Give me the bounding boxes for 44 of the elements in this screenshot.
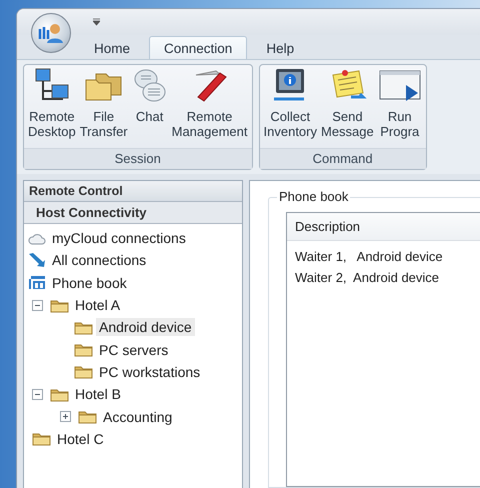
ribbon-tab[interactable]: Help (251, 36, 310, 59)
ribbon-tab[interactable]: Connection (149, 36, 248, 59)
arrow-icon (28, 252, 46, 268)
folder-icon (50, 386, 69, 402)
group-title: Phone book (277, 189, 350, 204)
folder-icon (78, 409, 97, 424)
folder-icon (74, 320, 93, 335)
list-row[interactable]: Waiter 1, Android device (287, 245, 480, 266)
cloud-icon (28, 232, 46, 245)
ribbon-button[interactable]: Collect Inventory (262, 67, 319, 148)
app-menu-button[interactable] (31, 13, 71, 53)
ribbon-button[interactable]: File Transfer (78, 67, 130, 148)
folder-icon (32, 431, 51, 446)
ribbon-button[interactable]: Chat (130, 67, 170, 148)
tree-item[interactable]: All connections (49, 251, 150, 270)
section-header[interactable]: Host Connectivity (24, 202, 242, 224)
folder-icon (74, 342, 93, 358)
tree-item[interactable]: PC servers (96, 340, 172, 359)
tree-item[interactable]: Hotel C (54, 430, 107, 448)
sidebar-title: Remote Control (24, 181, 242, 202)
tree-item[interactable]: myCloud connections (49, 229, 189, 248)
quick-access-dropdown-icon[interactable] (93, 18, 100, 26)
tree-item[interactable]: Hotel A (72, 296, 124, 314)
tree-item[interactable]: Android device (96, 318, 195, 336)
collapse-toggle-icon[interactable] (32, 300, 43, 311)
folder-icon (50, 298, 69, 313)
ribbon-button[interactable]: Remote Desktop (26, 67, 78, 148)
phonebook-icon (28, 275, 46, 290)
list-row[interactable]: Waiter 2, Android device (287, 266, 480, 287)
ribbon-button[interactable]: Run Progra (376, 67, 424, 148)
tree-item[interactable]: Phone book (49, 274, 130, 292)
folder-icon (74, 364, 93, 380)
group-title: Command (260, 148, 426, 169)
collapse-toggle-icon[interactable] (32, 388, 43, 400)
tree-item[interactable]: Accounting (100, 408, 176, 426)
tree-item[interactable]: Hotel B (72, 385, 124, 404)
app-logo-icon (38, 21, 64, 45)
column-header[interactable]: Description (287, 213, 480, 241)
ribbon-button[interactable]: Remote Management (170, 67, 250, 148)
ribbon-tab[interactable]: Home (79, 36, 146, 59)
ribbon-button[interactable]: Send Message (319, 67, 376, 148)
expand-toggle-icon[interactable] (60, 411, 71, 422)
tree-item[interactable]: PC workstations (96, 362, 204, 381)
group-title: Session (24, 148, 252, 169)
